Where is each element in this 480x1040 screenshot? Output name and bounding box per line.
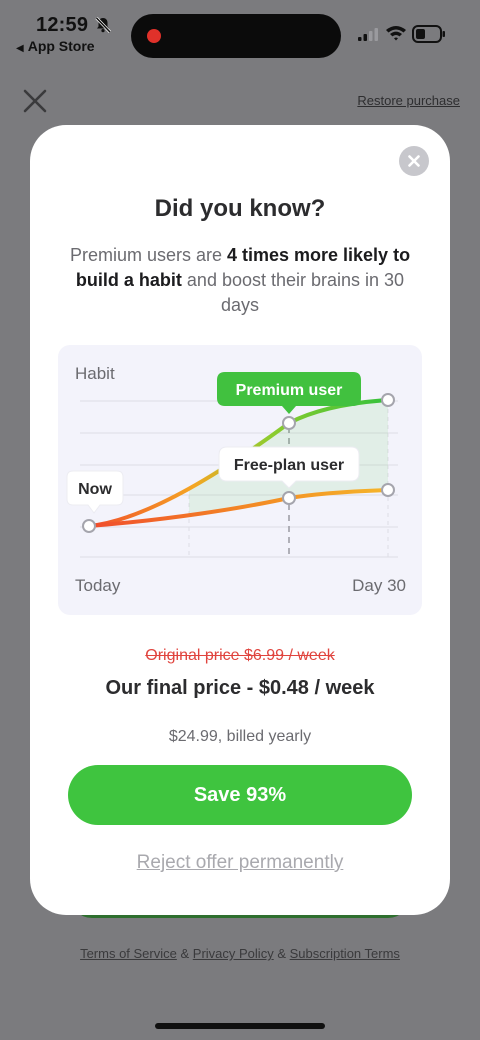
original-price: Original price $6.99 / week bbox=[145, 647, 335, 664]
now-callout: Now bbox=[66, 470, 124, 514]
terms-link[interactable]: Terms of Service bbox=[80, 946, 177, 961]
habit-chart: Habit Now Premium user Free-plan user To… bbox=[58, 345, 422, 615]
modal-close-button[interactable] bbox=[399, 146, 429, 176]
subscription-terms-link[interactable]: Subscription Terms bbox=[290, 946, 400, 961]
wifi-icon bbox=[386, 26, 406, 41]
legal-separator: & bbox=[176, 946, 193, 961]
modal-close-icon bbox=[408, 155, 420, 167]
modal-description: Premium users are 4 times more likely to… bbox=[56, 243, 424, 318]
offer-modal: Did you know? Premium users are 4 times … bbox=[30, 125, 450, 915]
dynamic-island bbox=[131, 14, 341, 58]
home-indicator bbox=[155, 1023, 325, 1029]
privacy-link[interactable]: Privacy Policy bbox=[193, 946, 274, 961]
modal-title: Did you know? bbox=[154, 195, 326, 222]
chart-x-end: Day 30 bbox=[352, 576, 406, 595]
premium-mid-point bbox=[282, 416, 296, 430]
back-triangle-icon: ◀ bbox=[16, 43, 24, 54]
bell-slash-icon bbox=[95, 16, 112, 34]
chart-graphic: Now Premium user Free-plan user bbox=[66, 372, 398, 558]
now-label: Now bbox=[78, 481, 112, 498]
reject-offer-link[interactable]: Reject offer permanently bbox=[30, 852, 450, 874]
back-to-app-store[interactable]: ◀ App Store bbox=[16, 38, 95, 54]
back-app-label: App Store bbox=[27, 38, 95, 54]
signal-icon bbox=[358, 28, 378, 41]
free-mid-point bbox=[282, 491, 296, 505]
chart-x-start: Today bbox=[75, 576, 121, 595]
status-time: 12:59 bbox=[36, 14, 89, 36]
recording-indicator bbox=[147, 29, 161, 43]
free-end-point bbox=[381, 483, 395, 497]
legal-links: Terms of Service & Privacy Policy & Subs… bbox=[0, 946, 480, 961]
free-plan-label: Free-plan user bbox=[234, 457, 344, 474]
premium-end-point bbox=[381, 393, 395, 407]
desc-text: and boost their brains in 30 days bbox=[181, 270, 405, 315]
battery-icon bbox=[412, 25, 445, 43]
billing-info: $24.99, billed yearly bbox=[168, 728, 312, 745]
premium-user-label: Premium user bbox=[236, 382, 343, 399]
status-bar: 12:59 ◀ App Store bbox=[0, 0, 480, 60]
final-price: Our final price - $0.48 / week bbox=[105, 677, 375, 699]
legal-separator: & bbox=[273, 946, 290, 961]
start-point bbox=[82, 519, 96, 533]
close-icon[interactable] bbox=[22, 88, 48, 114]
restore-purchase-link[interactable]: Restore purchase bbox=[357, 93, 460, 108]
desc-text: Premium users are bbox=[69, 245, 227, 265]
save-offer-button[interactable]: Save 93% bbox=[68, 765, 412, 825]
